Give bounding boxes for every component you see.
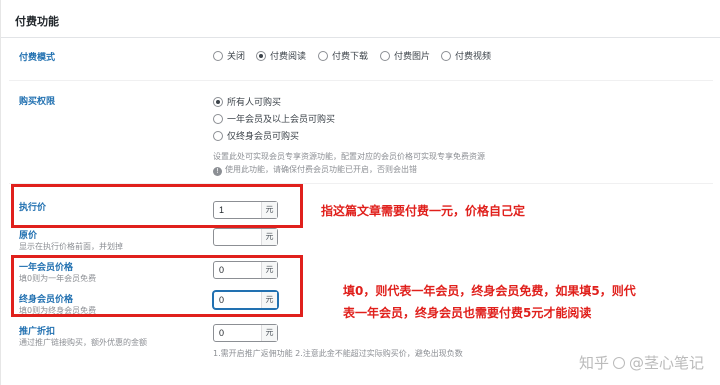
option-label: 付费图片 [394, 52, 431, 62]
pay-mode-option-off[interactable]: 关闭 [213, 49, 245, 62]
purchase-rights-warning: ! 使用此功能，请确保付费会员功能已开启，否则会出错 [213, 164, 417, 176]
radio-icon [318, 50, 328, 61]
radio-checked-icon [256, 50, 266, 61]
promo-value[interactable]: 0 [214, 325, 261, 341]
watermark-left: 知乎 [578, 354, 609, 372]
promo-hint: 1.需开启推广返佣功能 2.注意此金不能超过实际购买价，避免出现负数 [213, 349, 463, 358]
purchase-option-lifetime-only[interactable]: 仅终身会员可购买 [213, 129, 299, 142]
panel-title: 付费功能 [15, 15, 59, 28]
original-price-label: 原价 [19, 231, 38, 241]
promo-label: 推广折扣 [19, 327, 56, 337]
info-icon: ! [213, 167, 222, 176]
radio-icon [213, 50, 223, 61]
original-price-help: 显示在执行价格前面，并划掉 [19, 242, 123, 251]
option-label: 仅终身会员可购买 [227, 132, 300, 142]
member-annotation-line1: 填0，则代表一年会员，终身会员免费，如果填5，则代 [343, 284, 636, 298]
watermark: 知乎 @茎心笔记 [579, 352, 704, 373]
purchase-option-everyone[interactable]: 所有人可购买 [213, 95, 281, 108]
pay-mode-label: 付费模式 [19, 53, 56, 63]
radio-icon [380, 50, 390, 61]
original-price-value[interactable] [214, 229, 261, 245]
paid-features-panel: 付费功能 付费模式 关闭 付费阅读 付费下载 付费图片 付费视频 购买权限 所有… [0, 0, 720, 385]
promo-unit: 元 [261, 325, 277, 341]
promo-help: 通过推广链接购买，额外优惠的金额 [19, 338, 147, 347]
pay-mode-option-paid-video[interactable]: 付费视频 [441, 49, 491, 62]
option-label: 关闭 [227, 52, 246, 62]
member-price-highlight-box [11, 255, 303, 317]
pay-mode-option-paid-download[interactable]: 付费下载 [318, 49, 368, 62]
purchase-rights-hint: 设置此处可实现会员专享资源功能，配置对应的会员价格可实现专享免费资源 [213, 152, 485, 161]
radio-icon [441, 50, 451, 61]
promo-input[interactable]: 0 元 [213, 324, 278, 342]
option-label: 付费阅读 [270, 52, 307, 62]
zhihu-logo-icon [612, 356, 625, 369]
original-price-input[interactable]: 元 [213, 228, 278, 246]
radio-checked-icon [213, 96, 223, 107]
option-label: 付费视频 [455, 52, 492, 62]
price-annotation: 指这篇文章需要付费一元，价格自己定 [321, 204, 526, 218]
price-highlight-box [11, 184, 303, 228]
row-divider [9, 80, 713, 81]
member-annotation-line2: 表一年会员，终身会员也需要付费5元才能阅读 [343, 306, 592, 320]
radio-icon [213, 113, 223, 124]
warning-text: 使用此功能，请确保付费会员功能已开启，否则会出错 [225, 165, 417, 174]
option-label: 所有人可购买 [227, 98, 282, 108]
purchase-option-annual-and-above[interactable]: 一年会员及以上会员可购买 [213, 112, 335, 125]
pay-mode-option-paid-image[interactable]: 付费图片 [380, 49, 430, 62]
pay-mode-option-paid-read[interactable]: 付费阅读 [256, 49, 306, 62]
watermark-right: @茎心笔记 [628, 354, 704, 372]
option-label: 付费下载 [332, 52, 369, 62]
panel-header: 付费功能 [1, 0, 720, 38]
radio-icon [213, 130, 223, 141]
option-label: 一年会员及以上会员可购买 [227, 115, 336, 125]
original-price-unit: 元 [261, 229, 277, 245]
purchase-rights-label: 购买权限 [19, 97, 56, 107]
